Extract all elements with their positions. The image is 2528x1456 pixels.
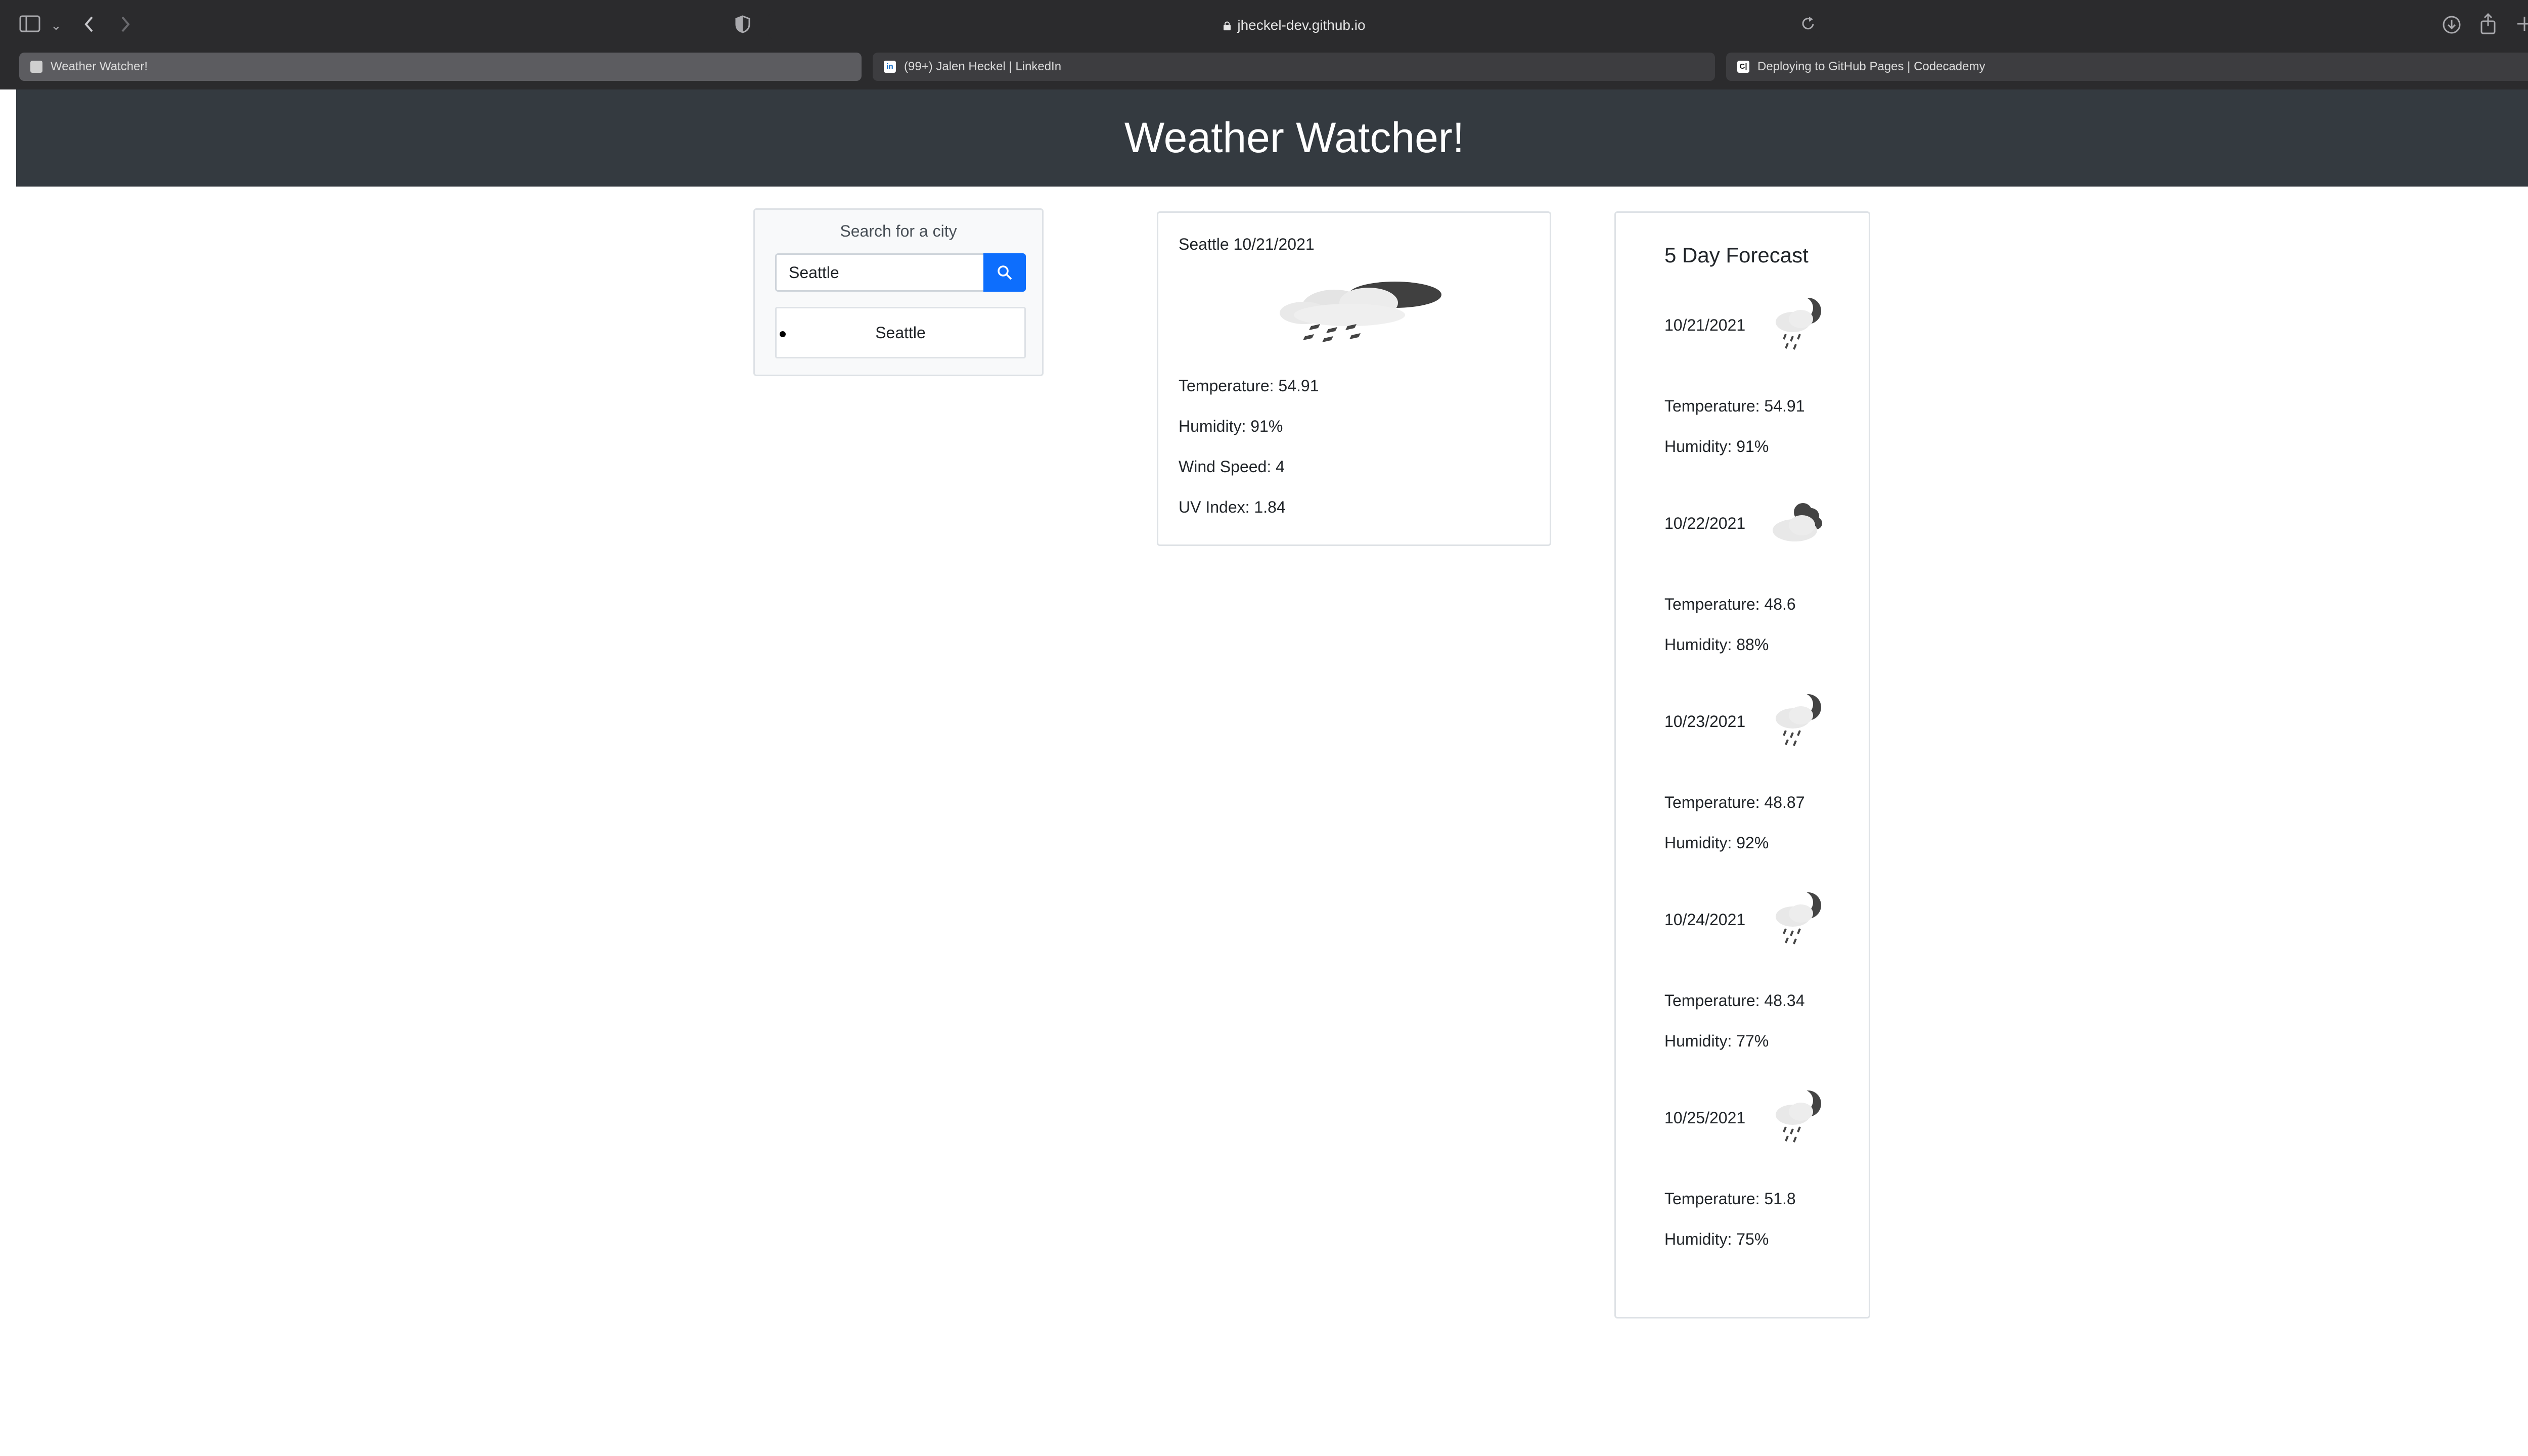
downloads-icon[interactable] xyxy=(2442,15,2461,34)
night-rain-icon xyxy=(1776,297,1821,350)
forecast-temperature: Temperature: 48.6 xyxy=(1664,595,1796,613)
forecast-day: 10/22/2021 Temperature: 48.6 Humidity: 8… xyxy=(1616,503,1869,712)
forecast-humidity: Humidity: 75% xyxy=(1664,1230,1769,1248)
tab-label: (99+) Jalen Heckel | LinkedIn xyxy=(904,60,1062,73)
site-header: Weather Watcher! xyxy=(16,89,2528,187)
history-city-label: Seattle xyxy=(875,324,926,342)
share-icon[interactable] xyxy=(2479,13,2497,34)
forecast-heading: 5 Day Forecast xyxy=(1664,243,1809,267)
reload-icon[interactable] xyxy=(1800,15,1816,32)
address-text: jheckel-dev.github.io xyxy=(769,11,1820,39)
chevron-down-icon[interactable]: ⌄ xyxy=(51,15,62,35)
tab-codecademy[interactable]: C| Deploying to GitHub Pages | Codecadem… xyxy=(1726,53,2528,81)
forecast-date: 10/22/2021 xyxy=(1664,514,1746,532)
current-temperature: Temperature: 54.91 xyxy=(1179,377,1319,395)
page-title: Weather Watcher! xyxy=(1124,114,1465,161)
night-cloudy-icon xyxy=(1773,503,1822,541)
forecast-humidity: Humidity: 88% xyxy=(1664,635,1769,654)
search-heading: Search for a city xyxy=(840,222,957,240)
tab-label: Weather Watcher! xyxy=(51,60,148,73)
current-uv-index: UV Index: 1.84 xyxy=(1179,498,1286,516)
forecast-temperature: Temperature: 48.87 xyxy=(1664,793,1805,811)
forecast-card: 5 Day Forecast 10/21/2021 Temperature: 5… xyxy=(1614,211,1870,1318)
tab-weather-watcher[interactable]: Weather Watcher! xyxy=(19,53,862,81)
forecast-temperature: Temperature: 54.91 xyxy=(1664,397,1805,415)
forecast-date: 10/23/2021 xyxy=(1664,712,1746,731)
search-button[interactable] xyxy=(983,253,1026,292)
forecast-day: 10/24/2021 Temperature: 48.34 Humidity: … xyxy=(1616,891,1869,1109)
night-rain-icon xyxy=(1776,693,1821,746)
current-wind-speed: Wind Speed: 4 xyxy=(1179,458,1285,476)
city-search-input[interactable] xyxy=(775,253,983,292)
browser-chrome: ⌄ jheckel-dev.github.io Weather Watcher!… xyxy=(0,0,2528,89)
rain-cloud-icon xyxy=(1280,282,1441,342)
linkedin-icon: in xyxy=(884,61,896,73)
address-bar[interactable]: jheckel-dev.github.io xyxy=(769,11,1820,39)
current-city-date: Seattle 10/21/2021 xyxy=(1179,235,1315,253)
forecast-date: 10/25/2021 xyxy=(1664,1109,1746,1127)
tab-linkedin[interactable]: in (99+) Jalen Heckel | LinkedIn xyxy=(873,53,1715,81)
tab-label: Deploying to GitHub Pages | Codecademy xyxy=(1757,60,1985,73)
forward-arrow-icon[interactable] xyxy=(119,14,131,34)
forecast-day: 10/21/2021 Temperature: 54.91 Humidity: … xyxy=(1616,297,1869,514)
forecast-humidity: Humidity: 77% xyxy=(1664,1032,1769,1050)
forecast-humidity: Humidity: 92% xyxy=(1664,834,1769,852)
search-icon xyxy=(998,265,1012,280)
sidebar-toggle-icon[interactable] xyxy=(19,15,40,32)
forecast-humidity: Humidity: 91% xyxy=(1664,437,1769,456)
new-tab-icon[interactable] xyxy=(2516,15,2528,32)
tab-bar: Weather Watcher! in (99+) Jalen Heckel |… xyxy=(0,51,2528,89)
current-humidity: Humidity: 91% xyxy=(1179,417,1283,435)
forecast-day: 10/25/2021 Temperature: 51.8 Humidity: 7… xyxy=(1616,1089,1869,1307)
search-panel: Search for a city Seattle xyxy=(753,208,1044,376)
back-arrow-icon[interactable] xyxy=(83,14,95,34)
night-rain-icon xyxy=(1776,1089,1821,1143)
forecast-date: 10/21/2021 xyxy=(1664,316,1746,334)
forecast-day: 10/23/2021 Temperature: 48.87 Humidity: … xyxy=(1616,693,1869,911)
forecast-date: 10/24/2021 xyxy=(1664,911,1746,929)
current-weather-card: Seattle 10/21/2021 Temperature: 54.91 Hu… xyxy=(1157,211,1551,546)
browser-toolbar: ⌄ jheckel-dev.github.io xyxy=(0,0,2528,51)
page-favicon-icon xyxy=(30,61,42,73)
codecademy-icon: C| xyxy=(1737,61,1749,73)
search-history-item[interactable]: Seattle xyxy=(775,307,1026,358)
forecast-temperature: Temperature: 48.34 xyxy=(1664,991,1805,1010)
url-text: jheckel-dev.github.io xyxy=(1237,17,1366,33)
lock-icon xyxy=(1224,21,1231,30)
forecast-temperature: Temperature: 51.8 xyxy=(1664,1190,1796,1208)
night-rain-icon xyxy=(1776,891,1821,944)
privacy-shield-icon[interactable] xyxy=(735,15,750,33)
